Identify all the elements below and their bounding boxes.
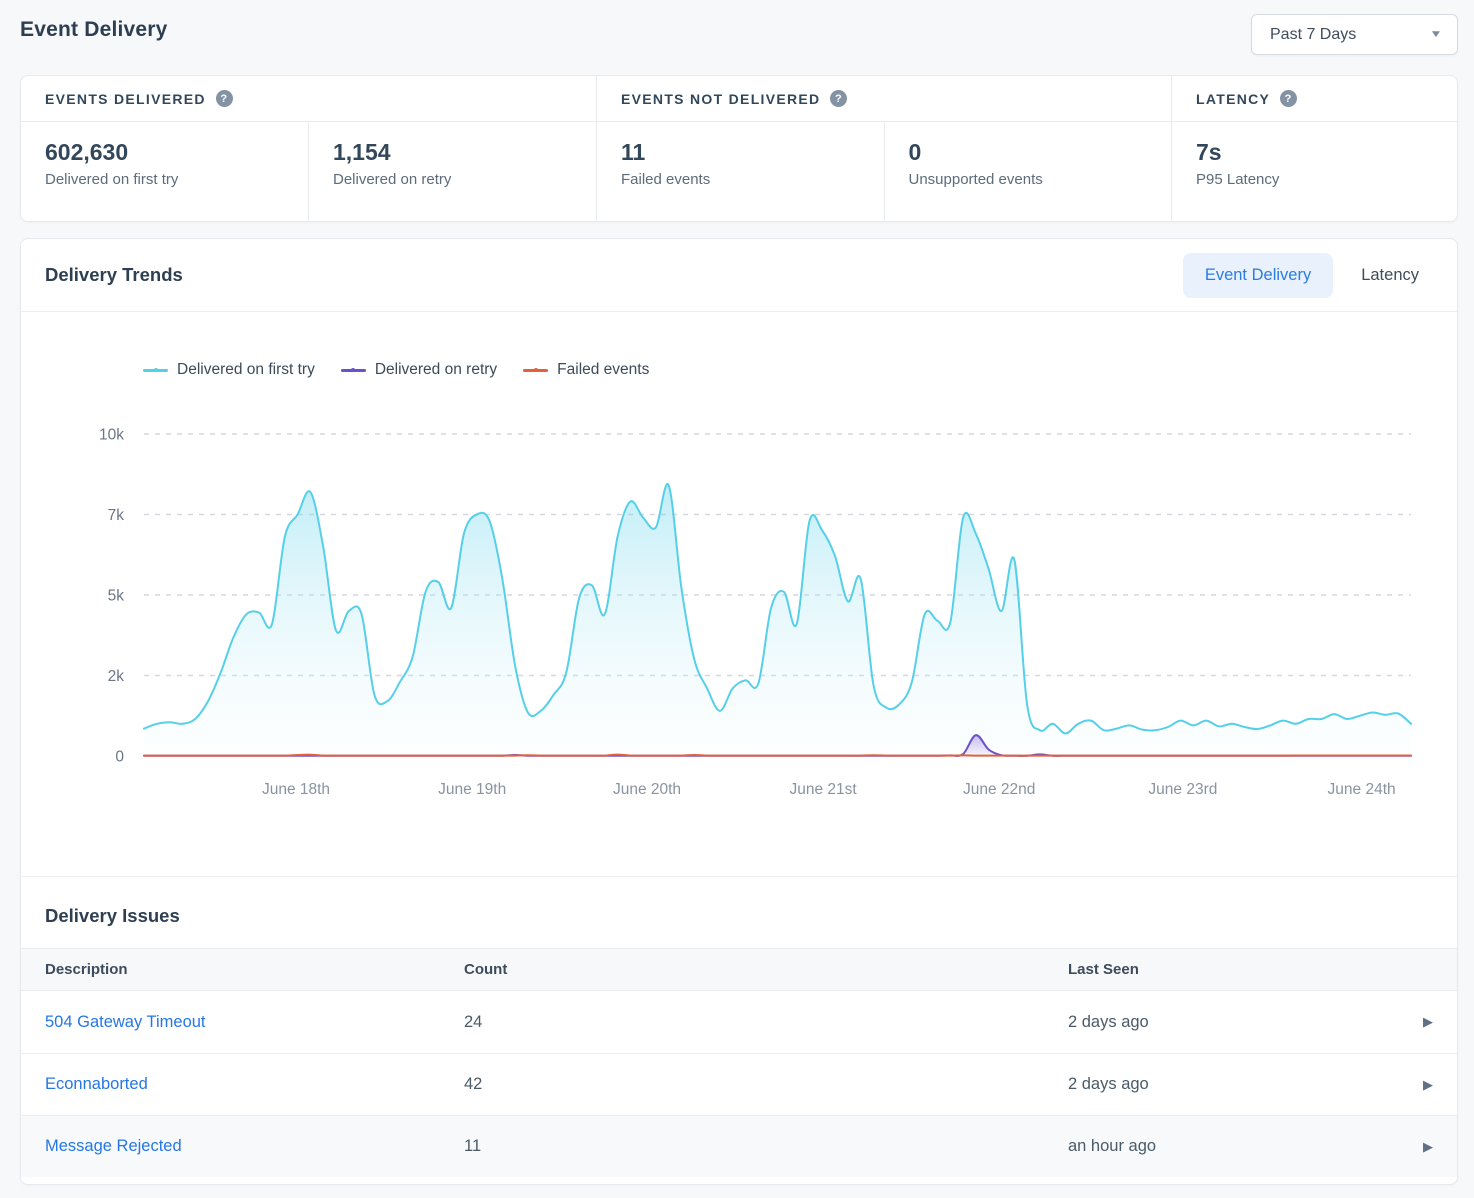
chart-area: 10k 7k 5k 2k 0 June 18th June 19th June 20th Jun… [21,401,1457,811]
stat-label: Failed events [621,171,860,188]
legend-label: Failed events [557,361,649,379]
y-axis-tick-label: 10k [99,427,124,444]
chevron-down-icon: ▼ [1429,29,1442,40]
stat-value: 1,154 [333,139,572,166]
chevron-right-icon[interactable]: ▶ [1423,1014,1433,1030]
stat-value: 602,630 [45,139,284,166]
stat-value: 7s [1196,139,1433,166]
table-row[interactable]: Econnaborted 42 2 days ago ▶ [21,1053,1457,1115]
top-bar: Event Delivery Past 7 Days ▼ [20,14,1458,75]
stat-first-try: 602,630 Delivered on first try [21,122,308,221]
issue-last-seen: 2 days ago [1068,1013,1393,1032]
event-delivery-page: Event Delivery Past 7 Days ▼ EVENTS DELI… [0,0,1474,1198]
x-axis-tick-label: June 22nd [963,781,1035,798]
stats-card: EVENTS DELIVERED ? 602,630 Delivered on … [20,75,1458,222]
table-row[interactable]: Message Rejected 11 an hour ago ▶ [21,1115,1457,1177]
chart-legend: Delivered on first try Delivered on retry… [143,358,1457,382]
stat-label: Unsupported events [909,171,1148,188]
column-header-last-seen: Last Seen [1068,961,1393,978]
help-icon[interactable]: ? [216,90,233,107]
stat-unsupported: 0 Unsupported events [884,122,1172,221]
trends-title: Delivery Trends [45,264,183,286]
column-header-count: Count [464,961,1068,978]
help-icon[interactable]: ? [1280,90,1297,107]
x-axis-tick-label: June 19th [438,781,506,798]
legend-label: Delivered on first try [177,361,315,379]
x-axis-tick-label: June 24th [1328,781,1396,798]
x-axis-tick-label: June 18th [262,781,330,798]
stats-group-not-delivered: EVENTS NOT DELIVERED ? 11 Failed events … [596,76,1171,221]
chevron-right-icon[interactable]: ▶ [1423,1077,1433,1093]
legend-marker-icon [341,369,366,372]
tab-event-delivery[interactable]: Event Delivery [1183,253,1333,298]
legend-marker-icon [523,369,548,372]
issue-link[interactable]: 504 Gateway Timeout [45,1013,206,1031]
stats-group-latency: LATENCY ? 7s P95 Latency [1171,76,1457,221]
stat-value: 0 [909,139,1148,166]
column-header-description: Description [45,961,464,978]
issue-count: 11 [464,1137,1068,1156]
x-axis-tick-label: June 20th [613,781,681,798]
stats-group-label: LATENCY [1196,91,1270,107]
y-axis-tick-label: 2k [108,668,125,685]
legend-item[interactable]: Delivered on retry [341,361,497,379]
series-line [144,755,1411,756]
time-range-dropdown[interactable]: Past 7 Days ▼ [1251,14,1458,55]
x-axis-tick-label: June 23rd [1148,781,1217,798]
delivery-trends-card: Delivery Trends Event Delivery Latency D… [20,238,1458,1185]
help-icon[interactable]: ? [830,90,847,107]
issue-link[interactable]: Message Rejected [45,1137,182,1155]
legend-item[interactable]: Failed events [523,361,649,379]
issue-count: 24 [464,1013,1068,1032]
delivery-trends-chart: 10k 7k 5k 2k 0 June 18th June 19th June 20th Jun… [21,401,1455,811]
page-title: Event Delivery [20,14,168,42]
issue-count: 42 [464,1075,1068,1094]
issue-last-seen: 2 days ago [1068,1075,1393,1094]
stats-group-header: EVENTS NOT DELIVERED ? [597,76,1171,122]
legend-item[interactable]: Delivered on first try [143,361,315,379]
stat-label: Delivered on retry [333,171,572,188]
legend-marker-icon [143,369,168,372]
issue-last-seen: an hour ago [1068,1137,1393,1156]
stats-group-label: EVENTS DELIVERED [45,91,206,107]
stats-group-header: LATENCY ? [1172,76,1457,122]
chevron-right-icon[interactable]: ▶ [1423,1139,1433,1155]
trends-header: Delivery Trends Event Delivery Latency [21,239,1457,312]
legend-label: Delivered on retry [375,361,497,379]
stat-p95-latency: 7s P95 Latency [1172,122,1457,221]
table-header-row: Description Count Last Seen [21,948,1457,991]
tab-latency[interactable]: Latency [1339,253,1441,298]
stats-group-header: EVENTS DELIVERED ? [21,76,596,122]
y-axis-tick-label: 0 [115,749,124,766]
trends-tabs: Event Delivery Latency [1183,253,1441,298]
y-axis-tick-label: 7k [108,507,125,524]
stat-value: 11 [621,139,860,166]
x-axis-tick-label: June 21st [789,781,857,798]
stat-retry: 1,154 Delivered on retry [308,122,596,221]
stats-group-label: EVENTS NOT DELIVERED [621,91,820,107]
y-axis-tick-label: 5k [108,588,125,605]
time-range-value: Past 7 Days [1270,26,1356,44]
delivery-issues-table: Description Count Last Seen 504 Gateway … [21,948,1457,1177]
stat-label: Delivered on first try [45,171,284,188]
issue-link[interactable]: Econnaborted [45,1075,148,1093]
stat-label: P95 Latency [1196,171,1433,188]
stats-group-delivered: EVENTS DELIVERED ? 602,630 Delivered on … [21,76,596,221]
delivery-issues-title: Delivery Issues [21,877,1457,927]
table-row[interactable]: 504 Gateway Timeout 24 2 days ago ▶ [21,991,1457,1053]
stat-failed: 11 Failed events [597,122,884,221]
